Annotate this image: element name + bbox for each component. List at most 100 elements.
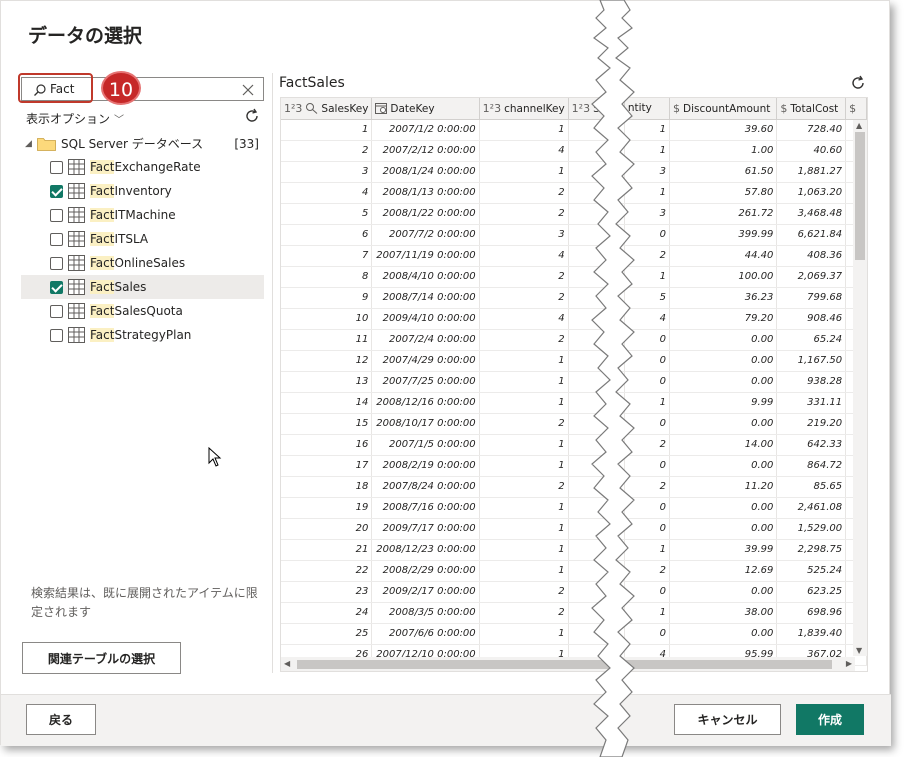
table-icon	[68, 231, 85, 247]
table-row[interactable]: 12 2007/4/29 0:00:00 1 0 0.00 1,167.50	[281, 350, 867, 372]
table-row[interactable]: 6 2007/7/2 0:00:00 3 0 399.99 6,621.84	[281, 224, 867, 246]
table-checkbox[interactable]	[50, 185, 63, 198]
table-row[interactable]: 14 2008/12/16 0:00:00 1 1 9.99 331.11	[281, 392, 867, 414]
table-cell: 24	[281, 602, 373, 624]
scroll-up-icon[interactable]: ▲	[856, 121, 862, 130]
table-checkbox[interactable]	[50, 257, 63, 270]
table-cell: 20	[281, 518, 373, 540]
table-name: FactExchangeRate	[90, 155, 201, 179]
table-row[interactable]: 16 2007/1/5 0:00:00 1 2 14.00 642.33	[281, 434, 867, 456]
tree-item[interactable]: FactITSLA	[21, 227, 264, 251]
table-cell: 12.69	[669, 560, 778, 582]
column-header-label: DiscountAmount	[683, 102, 771, 115]
table-cell: 1	[479, 392, 569, 414]
table-name-suffix: SalesQuota	[114, 304, 183, 318]
create-button[interactable]: 作成	[796, 704, 864, 735]
dialog-title: データの選択	[28, 25, 143, 47]
scroll-left-icon[interactable]: ◀	[284, 659, 290, 668]
search-match-highlight: Fact	[90, 304, 115, 318]
tree-item[interactable]: FactITMachine	[21, 203, 264, 227]
table-row[interactable]: 2 2007/2/12 0:00:00 4 1 1.00 40.60	[281, 140, 867, 162]
table-row[interactable]: 22 2008/2/29 0:00:00 1 2 12.69 525.24	[281, 560, 867, 582]
table-row[interactable]: 10 2009/4/10 0:00:00 4 4 79.20 908.46	[281, 308, 867, 330]
back-button[interactable]: 戻る	[26, 704, 96, 735]
chevron-down-icon: ﹀	[114, 115, 125, 126]
table-row[interactable]: 8 2008/4/10 0:00:00 2 1 100.00 2,069.37	[281, 266, 867, 288]
table-name-suffix: ITSLA	[114, 232, 149, 246]
table-cell: 39.60	[669, 119, 778, 141]
vertical-scrollbar[interactable]: ▲ ▼	[853, 120, 867, 656]
column-header[interactable]: $	[845, 98, 867, 120]
horizontal-scrollbar[interactable]: ◀ ▶	[281, 657, 855, 671]
table-row[interactable]: 17 2008/2/19 0:00:00 1 0 0.00 864.72	[281, 455, 867, 477]
table-checkbox[interactable]	[50, 233, 63, 246]
collapse-caret-icon[interactable]: ◢	[25, 133, 32, 155]
table-cell: 2008/7/16 0:00:00	[371, 497, 480, 519]
table-row[interactable]: 24 2008/3/5 0:00:00 2 1 38.00 698.96	[281, 602, 867, 624]
table-row[interactable]: 25 2007/6/6 0:00:00 1 0 0.00 1,839.40	[281, 623, 867, 645]
table-cell: 12	[281, 350, 373, 372]
table-cell: 2	[479, 476, 569, 498]
table-row[interactable]: 5 2008/1/22 0:00:00 2 3 261.72 3,468.48	[281, 203, 867, 225]
tree-item[interactable]: FactSalesQuota	[21, 299, 264, 323]
tree-item[interactable]: FactStrategyPlan	[21, 323, 264, 347]
refresh-icon[interactable]	[243, 107, 261, 125]
table-cell: 7	[281, 245, 373, 267]
display-options-menu[interactable]: 表示オプション ﹀	[26, 110, 124, 127]
column-header[interactable]: DateKey	[371, 98, 480, 120]
table-row[interactable]: 20 2009/7/17 0:00:00 1 0 0.00 1,529.00	[281, 518, 867, 540]
scroll-right-icon[interactable]: ▶	[846, 659, 852, 668]
table-row[interactable]: 11 2007/2/4 0:00:00 2 0 0.00 65.24	[281, 329, 867, 351]
table-checkbox[interactable]	[50, 281, 63, 294]
column-header[interactable]: $ DiscountAmount	[669, 98, 778, 120]
table-checkbox[interactable]	[50, 329, 63, 342]
table-cell: 399.99	[669, 224, 778, 246]
search-match-highlight: Fact	[90, 184, 115, 198]
preview-table: 1²3SalesKeyDateKey1²3channelKey1²3Storen…	[281, 98, 867, 666]
table-checkbox[interactable]	[50, 161, 63, 174]
table-cell: 2007/4/29 0:00:00	[371, 350, 480, 372]
table-cell: 0.00	[669, 518, 778, 540]
tree-root-sql-server[interactable]: ◢ SQL Server データベース [33]	[21, 133, 264, 155]
vertical-scroll-thumb[interactable]	[855, 132, 865, 260]
mouse-cursor-icon	[208, 447, 222, 467]
table-row[interactable]: 13 2007/7/25 0:00:00 1 0 0.00 938.28	[281, 371, 867, 393]
table-row[interactable]: 4 2008/1/13 0:00:00 2 1 57.80 1,063.20	[281, 182, 867, 204]
table-cell: 2	[479, 329, 569, 351]
table-row[interactable]: 23 2009/2/17 0:00:00 2 0 0.00 623.25	[281, 581, 867, 603]
tree-item[interactable]: FactSales	[21, 275, 264, 299]
preview-grid[interactable]: 1²3SalesKeyDateKey1²3channelKey1²3Storen…	[280, 97, 868, 672]
table-cell: 1,167.50	[776, 350, 847, 372]
table-checkbox[interactable]	[50, 209, 63, 222]
table-cell: 408.36	[776, 245, 847, 267]
table-cell: 2	[479, 413, 569, 435]
table-cell: 2008/1/24 0:00:00	[371, 161, 480, 183]
horizontal-scroll-thumb[interactable]	[297, 660, 832, 669]
clear-icon[interactable]	[241, 83, 255, 97]
table-cell: 1	[479, 119, 569, 141]
select-related-tables-button[interactable]: 関連テーブルの選択	[22, 642, 181, 674]
scroll-down-icon[interactable]: ▼	[856, 646, 862, 655]
table-row[interactable]: 18 2007/8/24 0:00:00 2 2 11.20 85.65	[281, 476, 867, 498]
table-row[interactable]: 3 2008/1/24 0:00:00 1 3 61.50 1,881.27	[281, 161, 867, 183]
table-checkbox[interactable]	[50, 305, 63, 318]
display-options-label: 表示オプション	[26, 112, 111, 126]
column-header[interactable]: 1²3 SalesKey	[281, 98, 373, 120]
table-row[interactable]: 9 2008/7/14 0:00:00 2 5 36.23 799.68	[281, 287, 867, 309]
refresh-preview-icon[interactable]	[849, 74, 867, 92]
table-row[interactable]: 7 2007/11/19 0:00:00 4 2 44.40 408.36	[281, 245, 867, 267]
table-cell: 2008/3/5 0:00:00	[371, 602, 480, 624]
column-header[interactable]: $ TotalCost	[776, 98, 847, 120]
table-row[interactable]: 19 2008/7/16 0:00:00 1 0 0.00 2,461.08	[281, 497, 867, 519]
tree-item[interactable]: FactOnlineSales	[21, 251, 264, 275]
tree-item[interactable]: FactInventory	[21, 179, 264, 203]
table-cell: 0.00	[669, 581, 778, 603]
table-row[interactable]: 1 2007/1/2 0:00:00 1 1 39.60 728.40	[281, 119, 867, 141]
table-row[interactable]: 15 2008/10/17 0:00:00 2 0 0.00 219.20	[281, 413, 867, 435]
cancel-button[interactable]: キャンセル	[674, 704, 781, 735]
column-header[interactable]: 1²3 channelKey	[479, 98, 569, 120]
table-row[interactable]: 21 2008/12/23 0:00:00 1 1 39.99 2,298.75	[281, 539, 867, 561]
table-cell: 1	[479, 161, 569, 183]
table-cell: 23	[281, 581, 373, 603]
tree-item[interactable]: FactExchangeRate	[21, 155, 264, 179]
